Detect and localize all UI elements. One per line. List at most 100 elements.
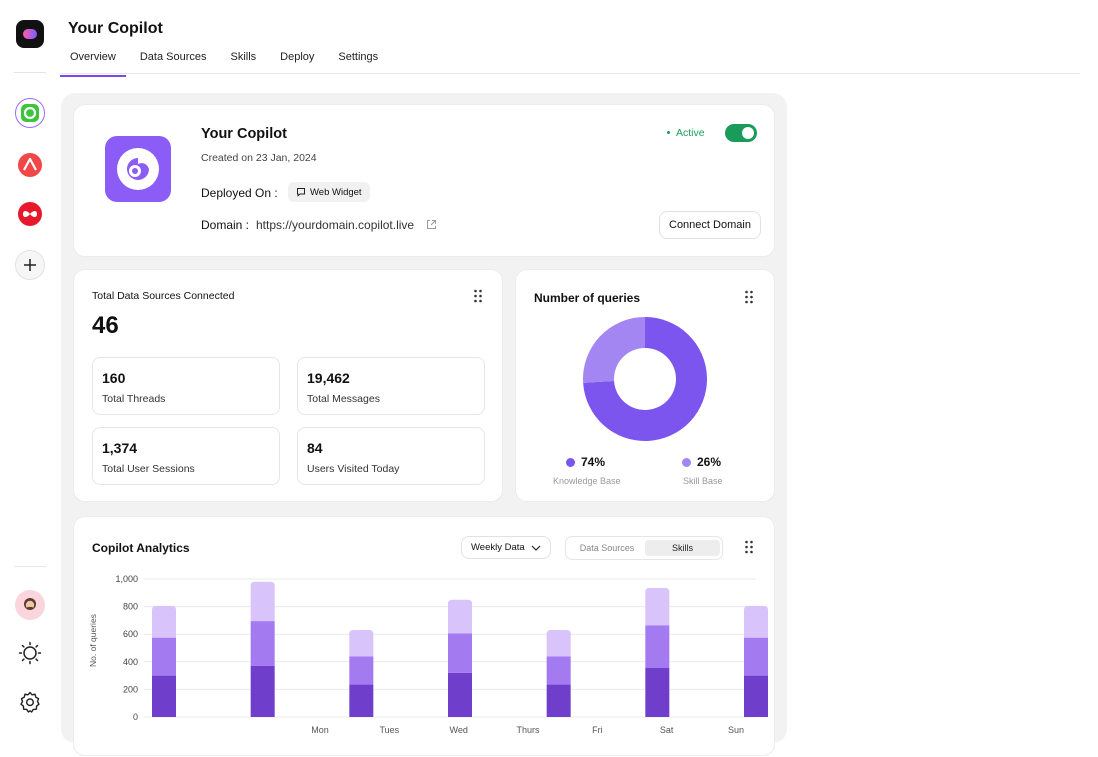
data-sources-title: Total Data Sources Connected: [92, 290, 235, 302]
x-tick-label: Sun: [728, 725, 744, 735]
domain-label: Domain :: [201, 218, 250, 232]
legend-label: Skill Base: [683, 476, 723, 486]
infinity-red-icon: [18, 202, 42, 226]
domain-link[interactable]: https://yourdomain.copilot.live: [256, 218, 414, 232]
drag-handle-icon[interactable]: [473, 289, 483, 303]
app-switch-triangle[interactable]: [15, 150, 45, 180]
status-badge: Active: [667, 127, 705, 139]
copilot-logo: [105, 136, 171, 202]
legend-label: Knowledge Base: [553, 476, 621, 486]
legend-pct: 26%: [697, 455, 722, 469]
y-tick-label: 600: [123, 629, 138, 639]
add-app-button[interactable]: [15, 250, 45, 280]
status-dot: [667, 131, 670, 134]
main-panel: Your Copilot Created on 23 Jan, 2024 Dep…: [61, 93, 787, 756]
avatar-icon: [24, 598, 36, 610]
drag-handle-icon[interactable]: [744, 290, 754, 304]
tab-deploy[interactable]: Deploy: [270, 48, 324, 77]
tab-skills[interactable]: Skills: [221, 48, 267, 77]
bar-segment: [152, 605, 176, 638]
total-sources-value: 46: [92, 312, 119, 339]
tab-settings[interactable]: Settings: [328, 48, 388, 77]
stat-value: 160: [102, 370, 126, 386]
bar-segment: [250, 621, 275, 666]
stat-label: Total User Sessions: [102, 463, 195, 475]
y-tick-label: 800: [123, 602, 138, 612]
bar-segment: [250, 665, 275, 717]
app-switch-copilot-green[interactable]: [15, 98, 45, 128]
bar-segment: [152, 637, 176, 676]
analytics-bar-chart: 1,000 800 600 400 200 0 Mon Tues Wed Thurs Fri Sat S…: [115, 574, 768, 735]
x-tick-label: Wed: [449, 725, 467, 735]
queries-donut-chart: [583, 317, 707, 441]
user-avatar[interactable]: [15, 590, 45, 620]
legend-knowledge-base: 74%: [566, 455, 605, 469]
sun-icon[interactable]: [18, 641, 42, 665]
x-tick-label: Mon: [311, 725, 329, 735]
triangle-red-icon: [18, 153, 42, 177]
y-tick-label: 0: [133, 712, 138, 722]
bar-segment: [349, 684, 374, 717]
bar-segment: [645, 668, 670, 717]
chat-bubble-icon: [297, 188, 305, 197]
bar-segment: [349, 630, 374, 657]
stat-label: Total Threads: [102, 393, 166, 405]
tab-bar: Overview Data Sources Skills Deploy Sett…: [60, 48, 392, 77]
stat-card-threads: 160 Total Threads: [92, 357, 280, 415]
legend-dot: [682, 458, 691, 467]
stat-card-sessions: 1,374 Total User Sessions: [92, 427, 280, 485]
stat-label: Users Visited Today: [307, 463, 400, 475]
bar-segment: [546, 656, 571, 685]
bar-segment: [645, 587, 670, 626]
divider: [14, 72, 46, 73]
external-link-icon[interactable]: [426, 219, 437, 230]
stat-value: 1,374: [102, 440, 138, 456]
app-logo[interactable]: [16, 20, 44, 48]
legend-pct: 74%: [581, 455, 606, 469]
web-widget-badge: Web Widget: [288, 182, 370, 202]
stat-label: Total Messages: [307, 393, 380, 405]
x-tick-label: Fri: [592, 725, 603, 735]
page-title: Your Copilot: [68, 20, 163, 37]
y-tick-label: 400: [123, 657, 138, 667]
web-widget-label: Web Widget: [310, 186, 362, 198]
settings-gear-icon[interactable]: [18, 690, 42, 714]
toggle-knob: [742, 127, 754, 139]
y-tick-label: 1,000: [115, 574, 138, 584]
bar-segment: [744, 605, 768, 638]
plus-icon: [24, 259, 36, 271]
analytics-card: Copilot Analytics Weekly Data Data Sourc…: [73, 516, 775, 756]
bar-segment: [546, 684, 571, 717]
stat-card-messages: 19,462 Total Messages: [297, 357, 485, 415]
donut-segment-skill-base: [583, 317, 645, 383]
queries-card: Number of queries 74% Knowledge Base 26%…: [515, 269, 775, 502]
top-header: Your Copilot Overview Data Sources Skill…: [60, 0, 1080, 77]
bar-segment: [349, 656, 374, 685]
tab-overview[interactable]: Overview: [60, 48, 126, 77]
copilot-swirl-icon: [117, 148, 159, 190]
divider: [14, 566, 46, 567]
app-switch-infinity[interactable]: [15, 199, 45, 229]
tab-data-sources[interactable]: Data Sources: [130, 48, 217, 77]
bar-segment: [152, 675, 176, 717]
left-rail: [0, 0, 60, 732]
x-tick-label: Tues: [379, 725, 399, 735]
stat-value: 19,462: [307, 370, 350, 386]
stat-value: 84: [307, 440, 323, 456]
legend-skill-base: 26%: [682, 455, 721, 469]
y-tick-label: 200: [123, 684, 138, 694]
bar-segment: [645, 625, 670, 669]
copilot-info-card: Your Copilot Created on 23 Jan, 2024 Dep…: [73, 104, 775, 257]
legend-dot: [566, 458, 575, 467]
copilot-green-icon: [21, 104, 39, 122]
data-sources-card: Total Data Sources Connected 46 160 Tota…: [73, 269, 503, 502]
queries-title: Number of queries: [534, 291, 641, 305]
x-tick-label: Sat: [660, 725, 674, 735]
status-label: Active: [676, 127, 705, 139]
bar-segment: [744, 637, 768, 676]
bar-segment: [744, 675, 768, 717]
connect-domain-button[interactable]: Connect Domain: [659, 211, 761, 239]
copilot-name: Your Copilot: [201, 126, 287, 142]
created-date: Created on 23 Jan, 2024: [201, 152, 317, 164]
active-toggle[interactable]: [725, 124, 757, 142]
